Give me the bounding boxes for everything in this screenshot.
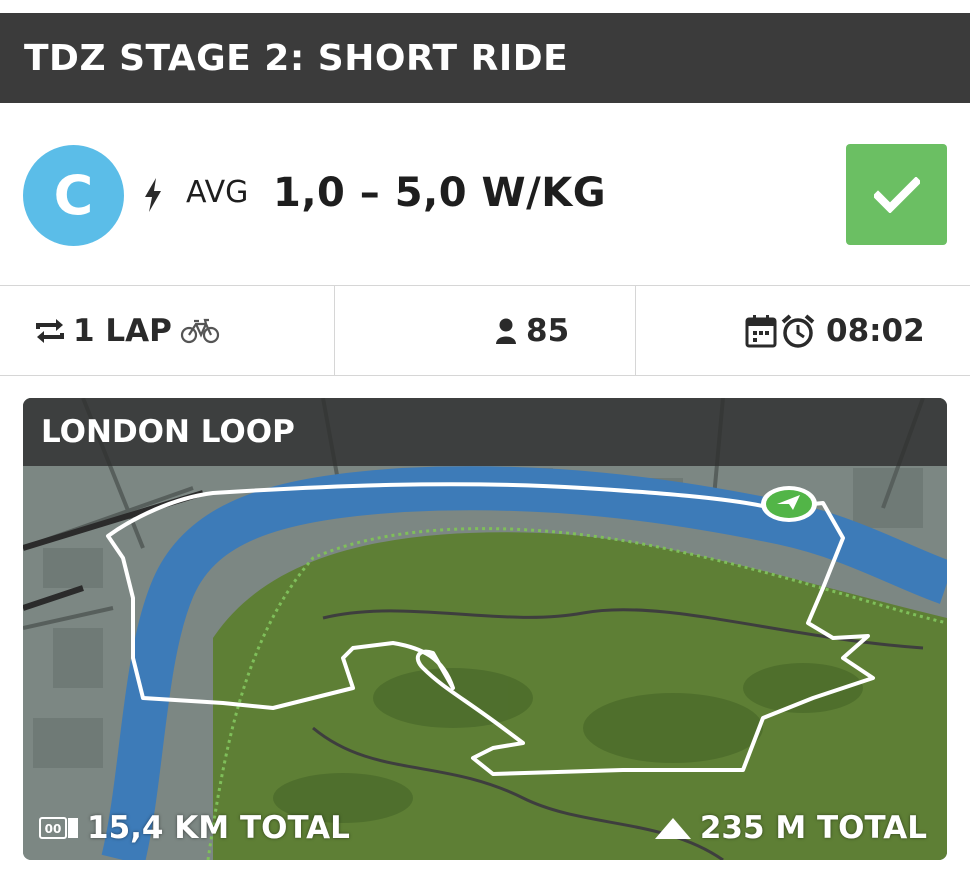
signed-up-button[interactable] [846,144,947,245]
route-distance: 15,4 KM TOTAL [87,810,350,846]
top-spacer [0,0,970,13]
elevation-stat: 235 M TOTAL [654,810,927,846]
event-header: TDZ STAGE 2: SHORT RIDE [0,13,970,103]
lightning-icon [145,178,161,212]
calendar-icon [745,314,777,347]
odometer-icon: 00 [39,817,78,839]
distance-stat: 00 15,4 KM TOTAL [39,810,350,846]
person-icon [496,318,516,344]
bicycle-icon [180,318,219,343]
route-elevation: 235 M TOTAL [699,810,927,846]
riders-stat: 85 [495,286,569,375]
laps-value: 1 LAP [73,312,172,349]
map-title-bar: LONDON LOOP [23,398,947,466]
category-badge: C [23,145,124,246]
riders-count: 85 [526,312,570,349]
route-name: LONDON LOOP [41,414,295,450]
route-map [23,398,947,860]
laps-stat: 1 LAP [33,286,220,375]
repeat-icon [36,318,64,343]
odometer-glyph: 00 [45,822,62,836]
category-row: C AVG 1,0 – 5,0 W/KG [0,103,970,286]
stats-row: 1 LAP 85 08:02 [0,286,970,376]
start-time: 08:02 [826,312,925,349]
power-range: 1,0 – 5,0 W/KG [273,170,607,216]
start-time-stat: 08:02 [745,286,925,375]
alarm-clock-icon [781,313,815,348]
route-map-card[interactable]: LONDON LOOP 00 15,4 KM TOTAL 235 M TOTAL [23,398,947,860]
mountain-icon [654,818,691,839]
stat-divider [635,286,636,375]
event-title: TDZ STAGE 2: SHORT RIDE [24,37,569,79]
checkmark-icon [873,176,920,213]
stat-divider [334,286,335,375]
avg-label: AVG [186,175,249,210]
